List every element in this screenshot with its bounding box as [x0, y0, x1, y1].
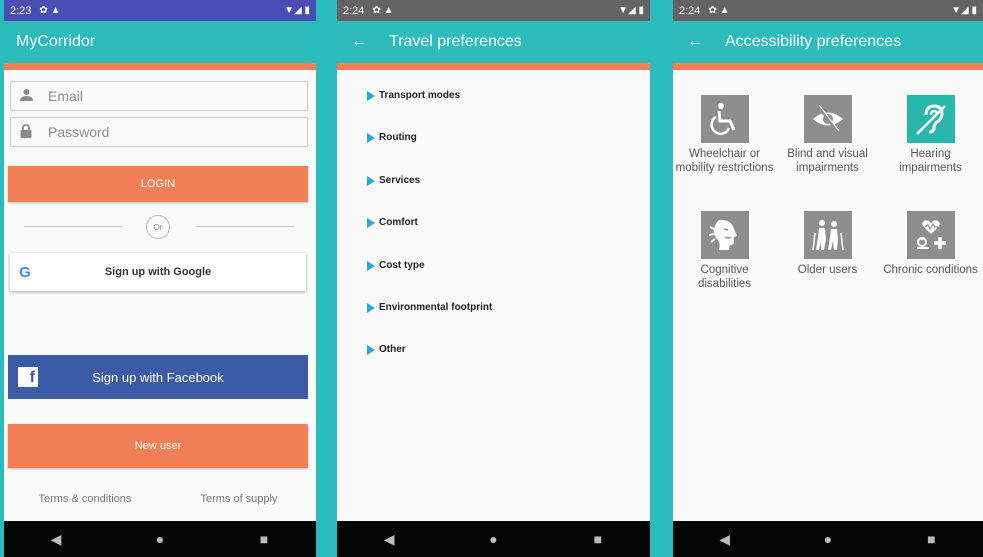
facebook-signup-label: Sign up with Facebook [92, 369, 224, 385]
footer-links: Terms & conditions Terms of supply [4, 493, 312, 505]
lock-icon [19, 123, 33, 141]
nav-home-icon[interactable]: ● [813, 531, 843, 547]
pref-item-services[interactable]: Services [367, 175, 492, 217]
pref-item-label: Comfort [379, 217, 418, 229]
hearing-icon [906, 95, 955, 143]
status-time: 2:24 [679, 4, 701, 17]
facebook-signup-button[interactable]: f Sign up with Facebook [8, 355, 308, 399]
accent-strip [337, 63, 650, 70]
expand-triangle-icon [367, 91, 375, 101]
google-signup-button[interactable]: G Sign up with Google [10, 253, 306, 291]
status-notification-icons: ✿ ▲ [372, 5, 394, 16]
android-nav-bar: ◀ ● ■ [4, 521, 316, 557]
page-title: Travel preferences [389, 33, 522, 50]
nav-home-icon[interactable]: ● [478, 531, 508, 547]
acc-option-older-users[interactable]: Older users [776, 211, 879, 277]
acc-option-label: Older users [797, 264, 858, 276]
acc-option-chronic[interactable]: Chronic conditions [879, 211, 982, 277]
divider-line-right [196, 226, 294, 227]
expand-triangle-icon [367, 302, 375, 313]
password-field[interactable] [10, 117, 308, 147]
page-title: Accessibility preferences [725, 33, 902, 50]
acc-option-label: Blind and visual impairments [787, 148, 868, 174]
status-bar: 2:24 ✿ ▲ ▼◢ ▮ [337, 0, 650, 21]
pref-item-environmental-footprint[interactable]: Environmental footprint [367, 302, 492, 344]
pref-item-routing[interactable]: Routing [367, 132, 492, 174]
app-title: MyCorridor [16, 33, 96, 50]
android-nav-bar: ◀ ● ■ [337, 521, 650, 557]
pref-item-cost-type[interactable]: Cost type [367, 260, 492, 302]
google-icon: G [19, 263, 31, 281]
app-bar: ← Accessibility preferences [673, 21, 983, 63]
or-divider: Or [24, 215, 294, 239]
app-bar: MyCorridor [4, 21, 316, 63]
acc-option-label: Wheelchair or mobility restrictions [675, 148, 774, 174]
accent-strip [4, 63, 316, 70]
terms-supply-link[interactable]: Terms of supply [200, 493, 277, 505]
nav-home-icon[interactable]: ● [145, 531, 175, 547]
nav-back-icon[interactable]: ◀ [710, 531, 740, 548]
person-icon [19, 88, 33, 104]
status-bar: 2:24 ✿ ▲ ▼◢ ▮ [673, 0, 983, 21]
status-signal-battery-icons: ▼◢ ▮ [284, 5, 310, 16]
status-time: 2:24 [343, 4, 365, 17]
nav-recents-icon[interactable]: ■ [583, 531, 613, 547]
facebook-icon: f [18, 367, 38, 387]
email-field[interactable] [10, 81, 308, 111]
pref-item-other[interactable]: Other [367, 344, 492, 386]
expand-triangle-icon [367, 260, 375, 271]
pref-item-comfort[interactable]: Comfort [367, 217, 492, 259]
status-signal-battery-icons: ▼◢ ▮ [951, 5, 977, 16]
google-signup-label: Sign up with Google [104, 266, 212, 278]
older-users-icon [803, 211, 852, 259]
nav-back-icon[interactable]: ◀ [374, 531, 404, 548]
status-signal-battery-icons: ▼◢ ▮ [618, 5, 644, 16]
cognitive-icon [700, 211, 749, 259]
new-user-button[interactable]: New user [8, 424, 308, 468]
nav-back-icon[interactable]: ◀ [41, 531, 71, 548]
pref-item-transport-modes[interactable]: Transport modes [367, 90, 492, 132]
nav-recents-icon[interactable]: ■ [249, 531, 279, 547]
accessibility-preferences-screen: 2:24 ✿ ▲ ▼◢ ▮ ← Accessibility preference… [673, 0, 983, 557]
acc-option-wheelchair[interactable]: Wheelchair or mobility restrictions [673, 95, 776, 175]
travel-preference-list: Transport modes Routing Services Comfort… [367, 90, 492, 387]
accent-strip [673, 63, 983, 70]
nav-recents-icon[interactable]: ■ [916, 531, 946, 547]
back-arrow-icon[interactable]: ← [351, 33, 367, 51]
status-notification-icons: ✿ ▲ [39, 5, 61, 16]
acc-option-label: Hearing impairments [899, 148, 962, 174]
pref-item-label: Environmental footprint [379, 301, 493, 313]
login-button[interactable]: LOGIN [8, 166, 308, 202]
acc-option-cognitive[interactable]: Cognitive disabilities [673, 211, 776, 291]
expand-triangle-icon [367, 133, 375, 144]
or-label: Or [146, 215, 170, 239]
pref-item-label: Routing [379, 132, 417, 144]
back-arrow-icon[interactable]: ← [687, 33, 703, 51]
travel-preferences-screen: 2:24 ✿ ▲ ▼◢ ▮ ← Travel preferences Trans… [337, 0, 650, 557]
acc-option-hearing[interactable]: Hearing impairments [879, 95, 982, 175]
email-input[interactable] [48, 88, 278, 104]
expand-triangle-icon [367, 345, 375, 356]
status-time: 2:23 [10, 4, 32, 17]
terms-conditions-link[interactable]: Terms & conditions [39, 493, 132, 505]
android-nav-bar: ◀ ● ■ [673, 521, 983, 557]
pref-item-label: Other [379, 344, 406, 356]
pref-item-label: Cost type [379, 259, 425, 271]
acc-option-blind[interactable]: Blind and visual impairments [776, 95, 879, 175]
password-input[interactable] [48, 124, 278, 140]
status-notification-icons: ✿ ▲ [708, 5, 730, 16]
chronic-icon [906, 211, 955, 259]
blind-icon [803, 95, 852, 143]
expand-triangle-icon [367, 175, 375, 186]
app-bar: ← Travel preferences [337, 21, 650, 63]
login-screen: 2:23 ✿ ▲ ▼◢ ▮ MyCorridor LOGIN Or G Sign… [0, 0, 316, 557]
divider-line-left [24, 226, 122, 227]
expand-triangle-icon [367, 218, 375, 229]
acc-option-label: Cognitive disabilities [697, 264, 752, 290]
wheelchair-icon [700, 95, 749, 143]
pref-item-label: Transport modes [379, 90, 461, 101]
acc-option-label: Chronic conditions [883, 264, 978, 276]
status-bar: 2:23 ✿ ▲ ▼◢ ▮ [4, 0, 316, 21]
pref-item-label: Services [379, 174, 421, 186]
